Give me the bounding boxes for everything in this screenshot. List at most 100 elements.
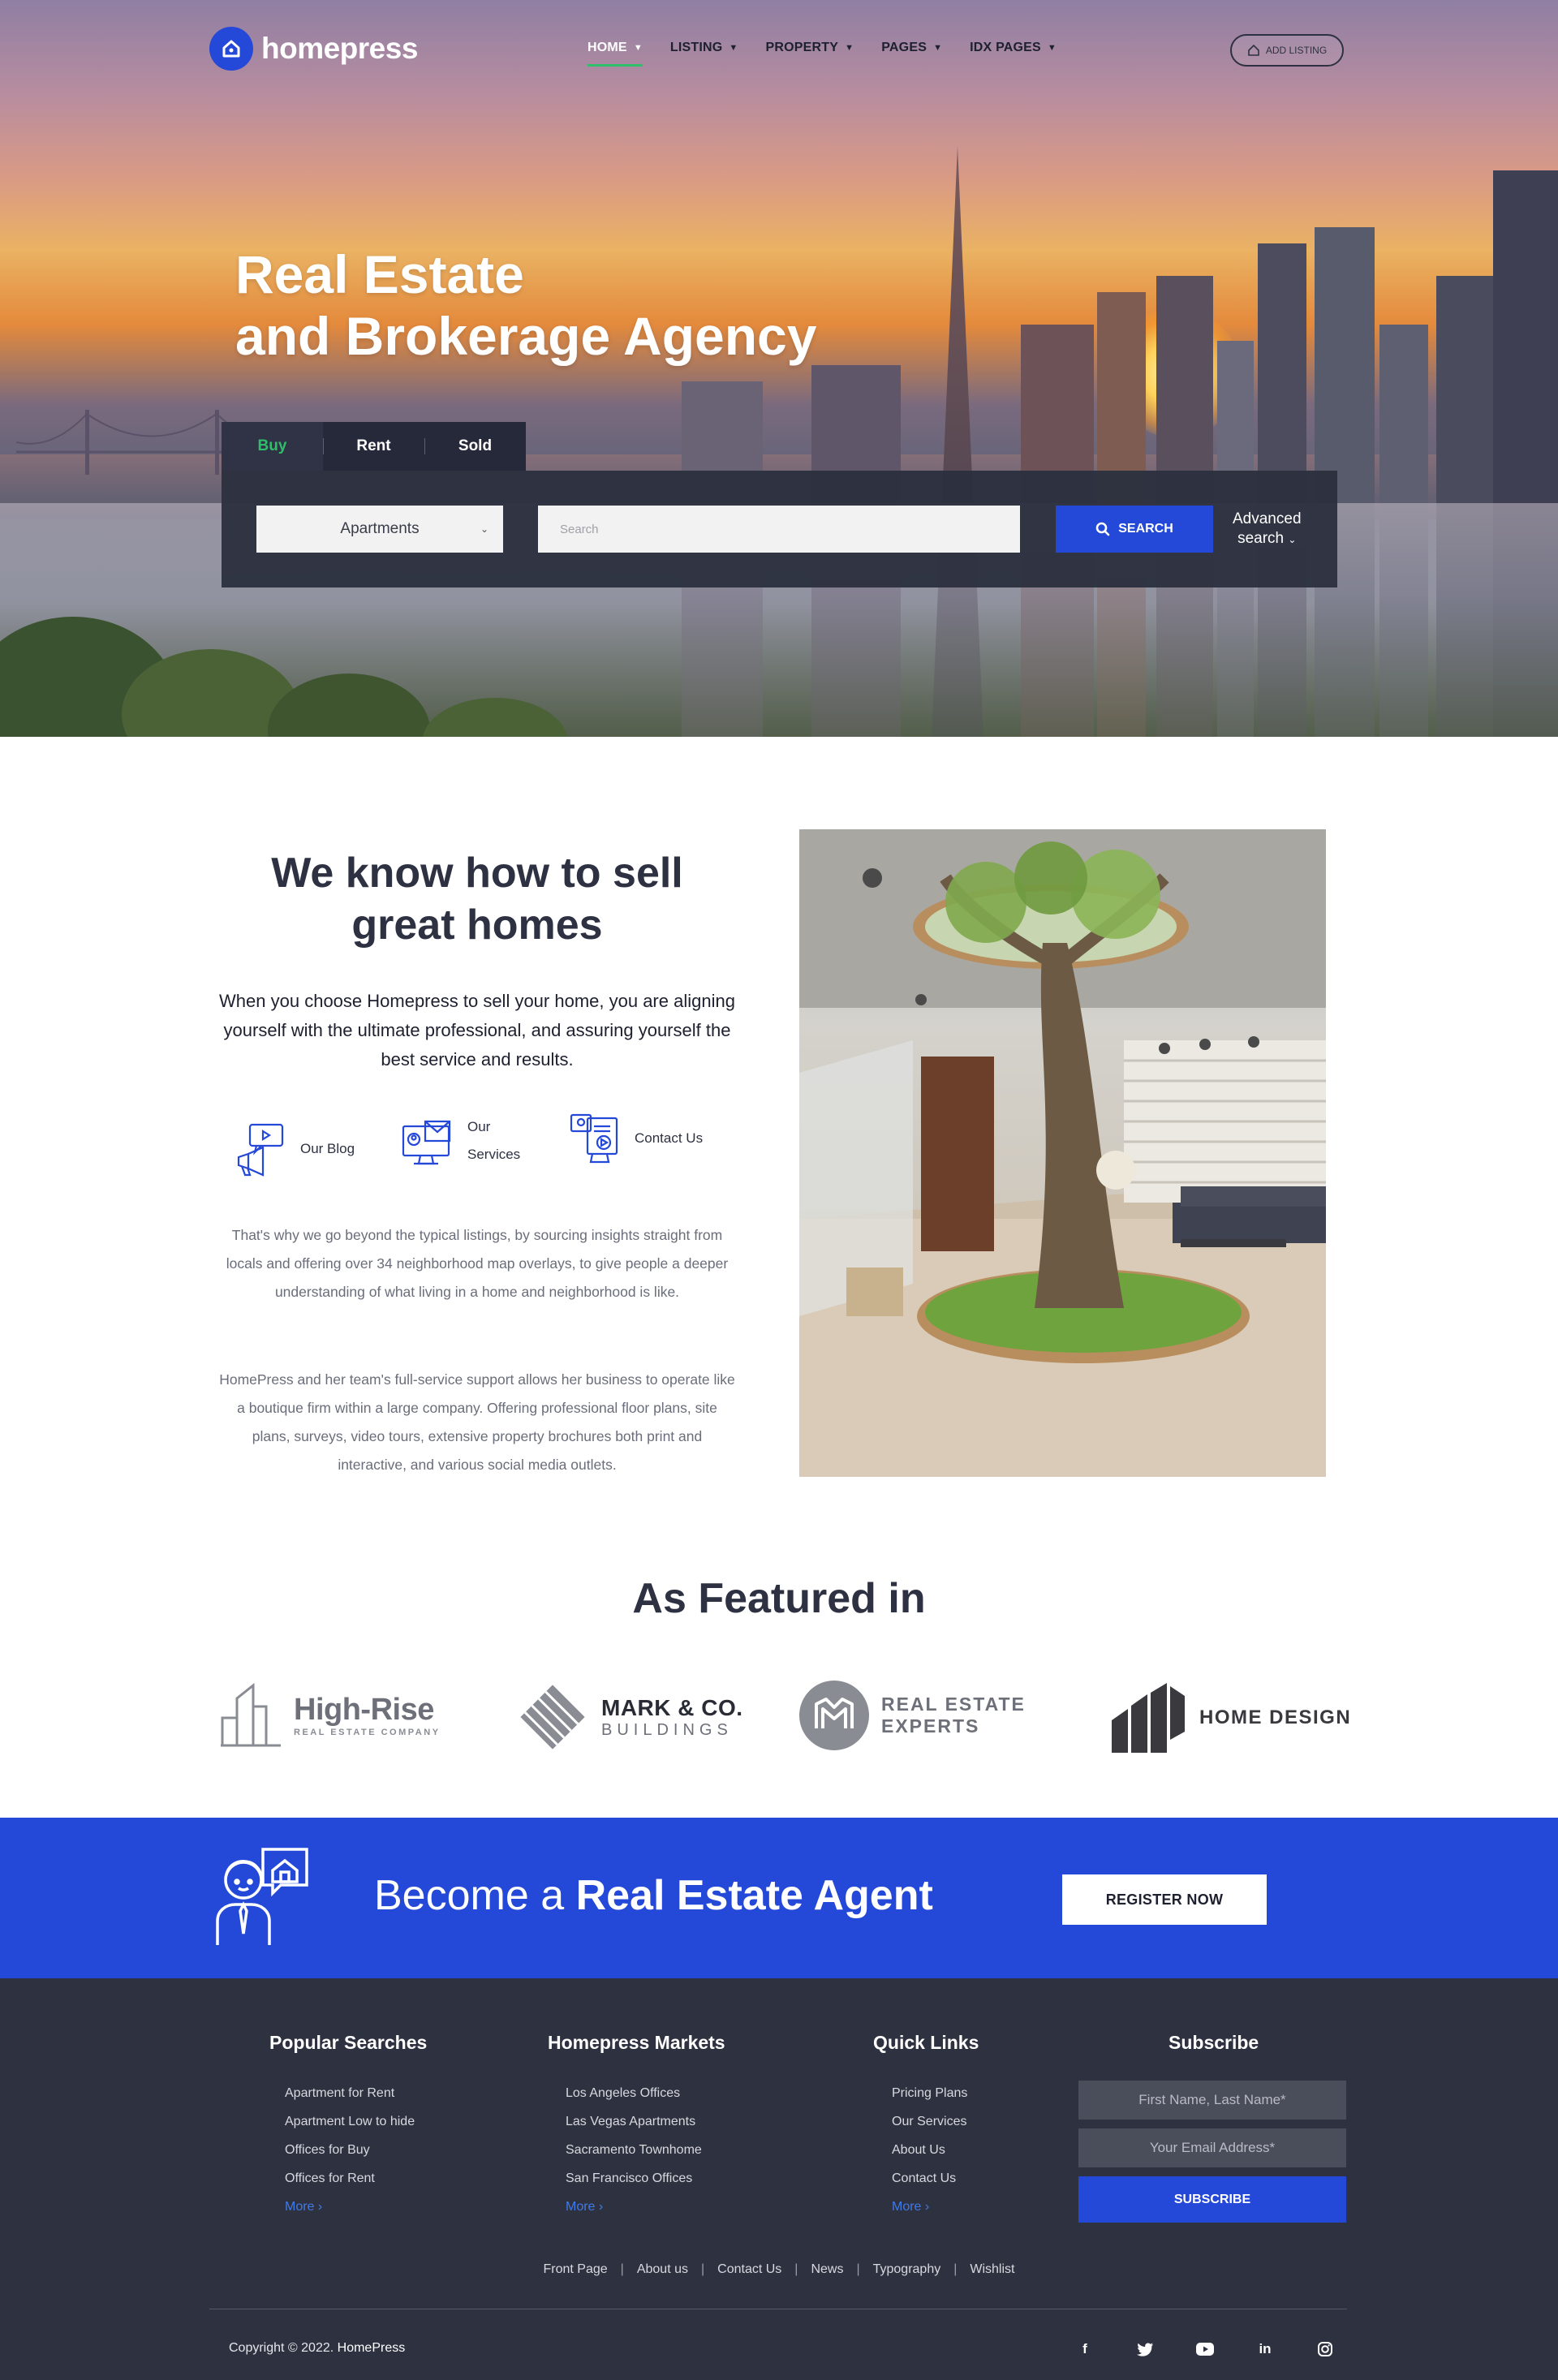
footer-quick-links-list: Pricing Plans Our Services About Us Cont… [892,2079,967,2221]
copyright: Copyright © 2022. HomePress [229,2341,405,2356]
nav-label: PROPERTY [765,41,839,54]
house-icon [209,27,253,71]
nav-item-idx-pages[interactable]: IDX PAGES ▼ [970,41,1057,67]
footer-more-link[interactable]: More › [285,2193,415,2221]
footer-more-link[interactable]: More › [892,2193,967,2221]
facebook-icon[interactable]: f [1071,2335,1099,2363]
feature-our-blog[interactable]: Our Blog [235,1121,355,1177]
subscribe-button[interactable]: SUBSCRIBE [1078,2176,1346,2223]
copyright-text: Copyright © 2022. [229,2341,338,2355]
chevron-down-icon: ▼ [729,43,738,53]
register-now-button[interactable]: REGISTER NOW [1062,1874,1267,1925]
subscribe-title: Subscribe [1168,2032,1259,2053]
brand-real-estate-experts: REAL ESTATE EXPERTS [798,1680,1026,1751]
email-field[interactable] [1078,2128,1346,2167]
footer-col-title: Homepress Markets [548,2032,725,2053]
footer-markets-list: Los Angeles Offices Las Vegas Apartments… [566,2079,702,2221]
brand-name: REAL ESTATE [881,1694,1026,1715]
linkedin-icon[interactable]: in [1251,2335,1279,2363]
feature-our-services[interactable]: Our Services [401,1113,520,1168]
site-footer: Popular Searches Apartment for Rent Apar… [0,1978,1558,2380]
site-logo[interactable]: homepress [209,27,418,71]
hero-title-line1: Real Estate [235,244,524,304]
cta-text-bold: Real Estate Agent [575,1872,933,1919]
brand-name: MARK & CO. [601,1694,743,1720]
search-input[interactable] [538,506,1020,553]
real-estate-experts-logo-icon [799,1681,869,1750]
chevron-down-icon: ▼ [933,43,943,53]
footer-link[interactable]: Contact Us [892,2164,967,2193]
home-design-logo-icon [1112,1683,1185,1753]
advanced-search-toggle[interactable]: Advanced search ⌄ [1233,510,1302,549]
feature-label: Our Services [467,1113,520,1168]
footer-nav-front-page[interactable]: Front Page [544,2262,608,2277]
footer-link[interactable]: About Us [892,2136,967,2164]
nav-item-property[interactable]: PROPERTY ▼ [766,41,854,67]
separator: | [953,2262,958,2276]
advanced-line1: Advanced [1233,510,1302,527]
tab-rent[interactable]: Rent [323,422,424,471]
brand-home-design: HOME DESIGN [1110,1683,1351,1753]
site-header: homepress HOME ▼ LISTING ▼ PROPERTY ▼ PAGES… [0,0,1558,97]
footer-link[interactable]: Apartment Low to hide [285,2107,415,2136]
add-listing-button[interactable]: ADD LISTING [1230,34,1344,67]
footer-link[interactable]: Our Services [892,2107,967,2136]
nav-item-pages[interactable]: PAGES ▼ [881,41,942,67]
footer-link[interactable]: Offices for Buy [285,2136,415,2164]
nav-item-home[interactable]: HOME ▼ [587,41,643,67]
footer-nav-news[interactable]: News [811,2262,843,2277]
nav-item-listing[interactable]: LISTING ▼ [670,41,738,67]
footer-link[interactable]: Las Vegas Apartments [566,2107,702,2136]
property-type-select[interactable]: Apartments ⌄ [256,506,503,553]
megaphone-icon [237,1123,284,1177]
house-outline-icon [1248,44,1259,56]
tab-sold[interactable]: Sold [424,422,526,471]
search-icon [1095,522,1110,536]
hero-section: homepress HOME ▼ LISTING ▼ PROPERTY ▼ PAGES… [0,0,1558,737]
brand-tagline: REAL ESTATE COMPANY [294,1727,441,1737]
add-listing-label: ADD LISTING [1265,45,1328,56]
footer-link[interactable]: Sacramento Townhome [566,2136,702,2164]
twitter-icon[interactable] [1131,2335,1159,2363]
copyright-brand: HomePress [337,2341,406,2355]
about-title-line2: great homes [351,902,603,949]
footer-nav-wishlist[interactable]: Wishlist [970,2262,1014,2277]
name-field[interactable] [1078,2081,1346,2120]
footer-nav-typography[interactable]: Typography [873,2262,941,2277]
instagram-icon[interactable] [1311,2335,1339,2363]
footer-link[interactable]: Apartment for Rent [285,2079,415,2107]
advanced-line2: search [1237,530,1285,547]
feature-contact-us[interactable]: Contact Us [568,1112,703,1165]
brand-tagline: BUILDINGS [601,1720,733,1739]
tab-buy[interactable]: Buy [222,422,323,471]
footer-popular-searches-list: Apartment for Rent Apartment Low to hide… [285,2079,415,2221]
youtube-icon[interactable] [1191,2335,1219,2363]
footer-link[interactable]: San Francisco Offices [566,2164,702,2193]
about-title-line1: We know how to sell [271,850,683,897]
mark-co-logo-icon [520,1685,585,1749]
footer-link[interactable]: Pricing Plans [892,2079,967,2107]
footer-nav-contact[interactable]: Contact Us [717,2262,781,2277]
become-agent-banner: Become a Real Estate Agent REGISTER NOW [0,1818,1558,1978]
search-button[interactable]: SEARCH [1056,506,1213,553]
property-type-value: Apartments [340,520,420,537]
footer-link[interactable]: Los Angeles Offices [566,2079,702,2107]
main-nav: HOME ▼ LISTING ▼ PROPERTY ▼ PAGES ▼ IDX PAGE… [587,41,1057,67]
feature-label-line2: Services [467,1147,521,1162]
logo-text: homepress [261,32,418,65]
chevron-down-icon: ▼ [1047,43,1057,53]
separator: | [700,2262,705,2276]
footer-more-link[interactable]: More › [566,2193,702,2221]
cta-text-normal: Become a [374,1872,576,1919]
nav-label: LISTING [669,41,723,54]
about-title: We know how to sell great homes [209,847,745,951]
interior-photo [799,829,1326,1477]
brand-high-rise: High-Rise REAL ESTATE COMPANY [219,1682,441,1747]
separator: | [794,2262,798,2276]
agent-icon [216,1848,308,1945]
footer-nav-about[interactable]: About us [637,2262,688,2277]
footer-link[interactable]: Offices for Rent [285,2164,415,2193]
search-tabs: Buy Rent Sold [222,422,526,471]
about-paragraph-1: That's why we go beyond the typical list… [226,1227,729,1300]
brand-tagline: EXPERTS [881,1715,980,1737]
